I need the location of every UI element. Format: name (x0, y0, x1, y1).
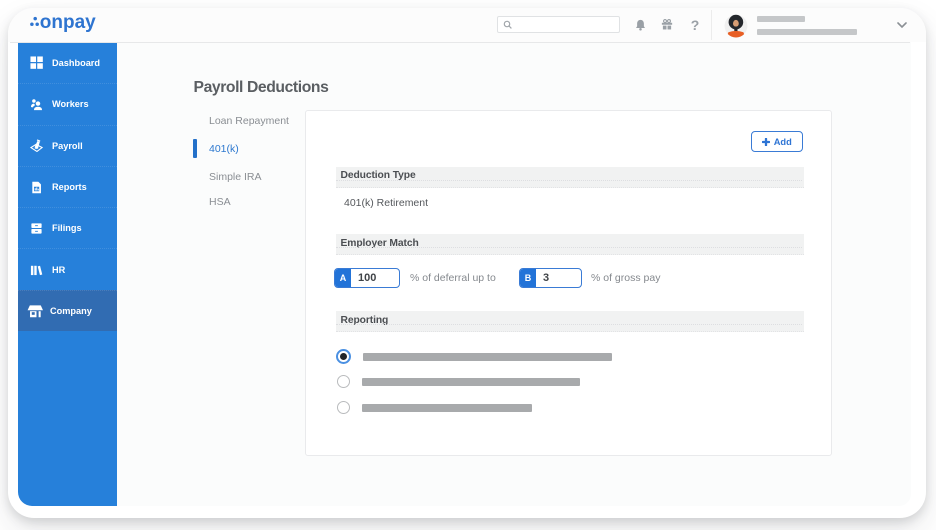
svg-text:onpay: onpay (40, 13, 96, 33)
